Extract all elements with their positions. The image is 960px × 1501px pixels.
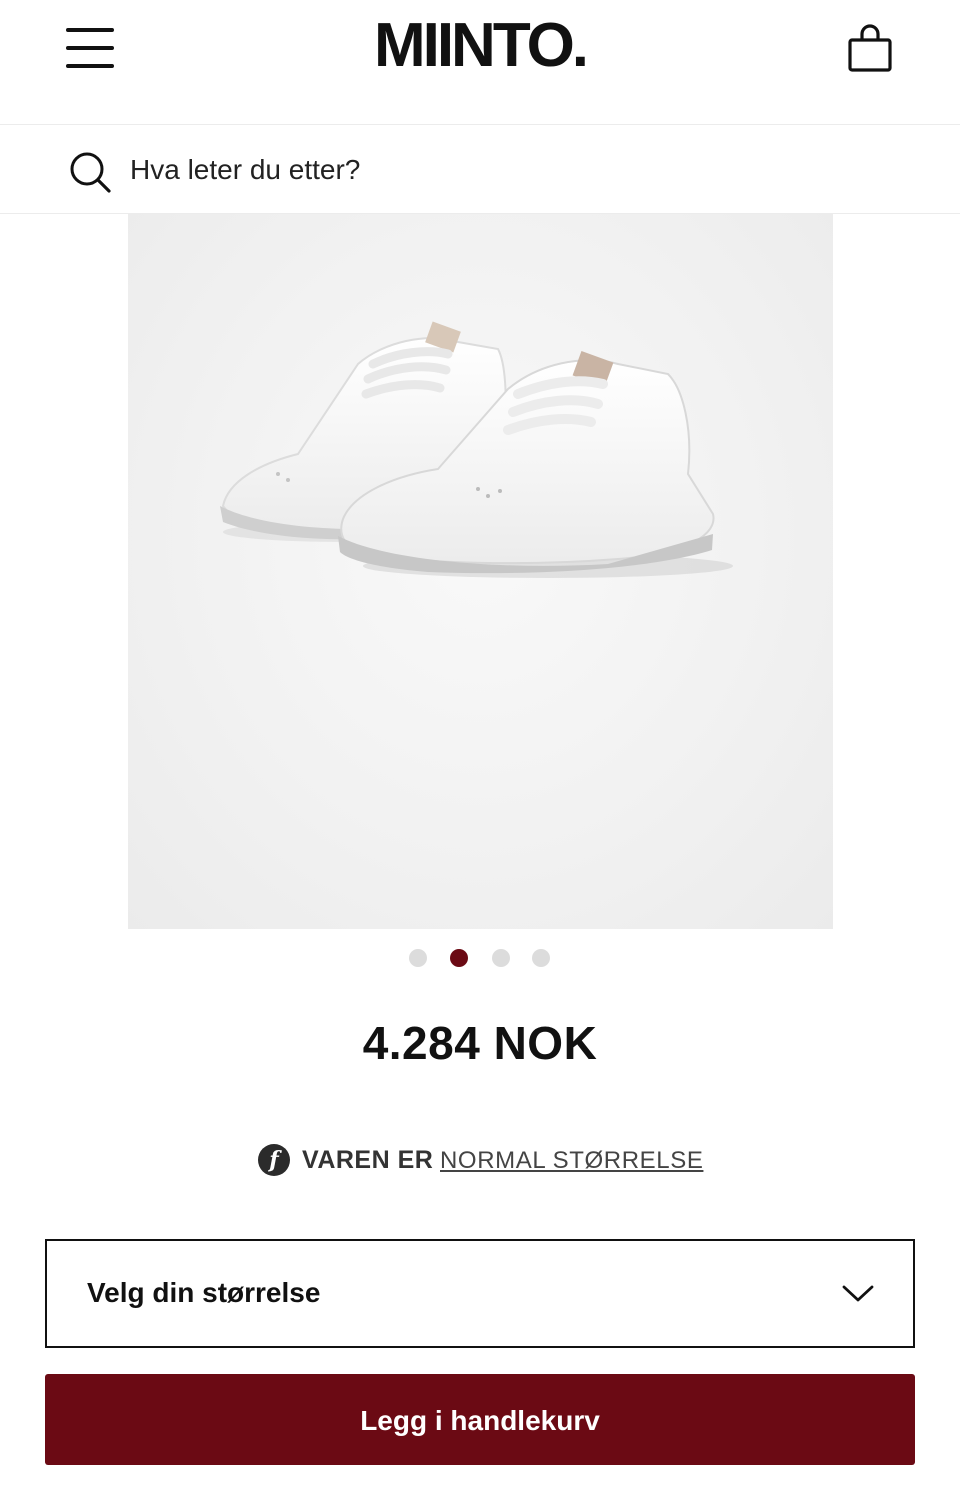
fit-info: f VAREN ER NORMAL STØRRELSE — [258, 1142, 718, 1182]
carousel-dot[interactable] — [532, 949, 550, 967]
product-price: 4.284 NOK — [362, 1017, 598, 1069]
top-header: MIINTO. — [0, 0, 960, 125]
chevron-down-icon — [842, 1285, 874, 1302]
add-to-cart-button[interactable]: Legg i handlekurv — [45, 1374, 915, 1465]
carousel-dot[interactable] — [409, 949, 427, 967]
image-carousel-dots — [0, 947, 960, 969]
sneaker-illustration — [220, 321, 733, 578]
shopping-bag-icon[interactable] — [844, 22, 896, 74]
fit-f-icon: f — [258, 1144, 290, 1176]
carousel-dot[interactable] — [492, 949, 510, 967]
size-select[interactable]: Velg din størrelse — [45, 1239, 915, 1348]
product-image[interactable] — [128, 214, 833, 929]
size-select-label: Velg din størrelse — [87, 1277, 321, 1308]
fit-label: VAREN ER — [302, 1146, 434, 1174]
miinto-logo[interactable]: MIINTO. — [0, 14, 960, 78]
search-input[interactable] — [128, 146, 892, 194]
fit-size-link[interactable]: NORMAL STØRRELSE — [440, 1147, 703, 1175]
carousel-dot-active[interactable] — [450, 949, 468, 967]
search-icon[interactable] — [68, 150, 112, 194]
